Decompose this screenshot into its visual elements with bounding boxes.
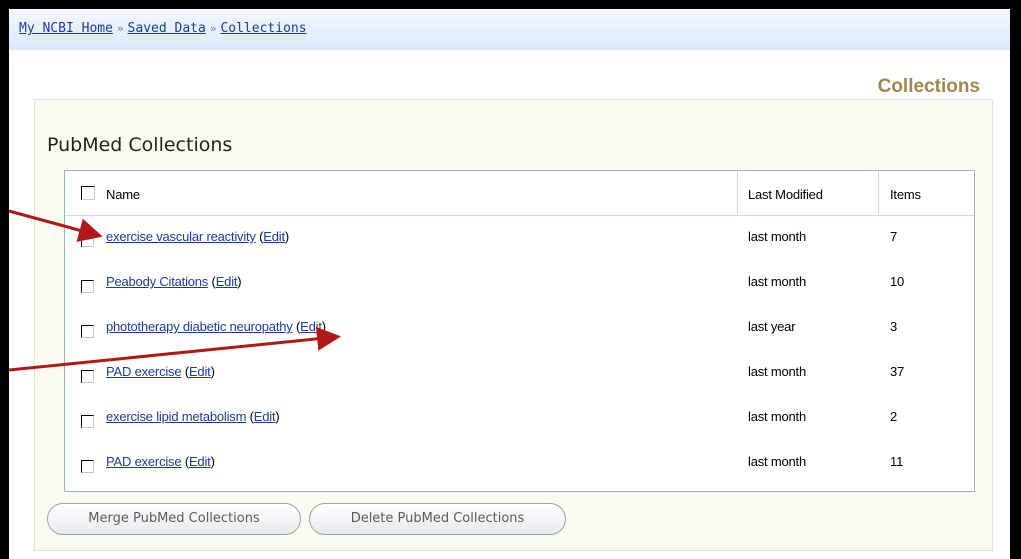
- breadcrumb-collections[interactable]: Collections: [220, 21, 306, 36]
- breadcrumb-saved-data[interactable]: Saved Data: [128, 21, 206, 36]
- page-title: Collections: [877, 76, 980, 97]
- last-modified-cell: last month: [748, 229, 806, 244]
- collection-name-cell: phototherapy diabetic neuropathy (Edit): [106, 319, 326, 334]
- collection-name-cell: Peabody Citations (Edit): [106, 274, 242, 289]
- collection-link[interactable]: PAD exercise: [106, 454, 182, 469]
- delete-collections-button[interactable]: Delete PubMed Collections: [309, 503, 566, 535]
- table-row: PAD exercise (Edit) last month 11: [65, 440, 974, 485]
- row-checkbox[interactable]: [81, 280, 94, 293]
- items-cell: 2: [890, 409, 898, 424]
- edit-link[interactable]: Edit: [189, 454, 211, 469]
- collection-name-cell: PAD exercise (Edit): [106, 454, 215, 469]
- edit-link[interactable]: Edit: [189, 364, 211, 379]
- last-modified-cell: last month: [748, 364, 806, 379]
- edit-link[interactable]: Edit: [263, 229, 285, 244]
- table-row: Peabody Citations (Edit) last month 10: [65, 260, 974, 305]
- last-modified-cell: last month: [748, 454, 806, 469]
- merge-collections-button[interactable]: Merge PubMed Collections: [47, 503, 301, 535]
- breadcrumb-separator: »: [116, 22, 124, 35]
- collections-table: Name Last Modified Items exercise vascul…: [64, 170, 975, 492]
- column-divider: [878, 171, 879, 215]
- items-cell: 37: [890, 364, 905, 379]
- collection-link[interactable]: exercise lipid metabolism: [106, 409, 246, 424]
- collection-name-cell: exercise vascular reactivity (Edit): [106, 229, 290, 244]
- collection-name-cell: PAD exercise (Edit): [106, 364, 215, 379]
- collection-link[interactable]: PAD exercise: [106, 364, 182, 379]
- row-checkbox[interactable]: [81, 370, 94, 383]
- breadcrumb-separator: »: [209, 22, 217, 35]
- table-row: phototherapy diabetic neuropathy (Edit) …: [65, 305, 974, 350]
- table-row: PAD exercise (Edit) last month 37: [65, 350, 974, 395]
- table-row: exercise vascular reactivity (Edit) last…: [65, 215, 974, 260]
- row-checkbox[interactable]: [81, 460, 94, 473]
- collection-link[interactable]: phototherapy diabetic neuropathy: [106, 319, 293, 334]
- table-row: exercise lipid metabolism (Edit) last mo…: [65, 395, 974, 440]
- items-cell: 3: [890, 319, 898, 334]
- items-cell: 10: [890, 274, 905, 289]
- collection-link[interactable]: Peabody Citations: [106, 274, 208, 289]
- collection-name-cell: exercise lipid metabolism (Edit): [106, 409, 280, 424]
- select-all-checkbox[interactable]: [81, 186, 95, 200]
- breadcrumb: My NCBI Home» Saved Data» Collections: [9, 9, 1010, 50]
- row-checkbox[interactable]: [81, 234, 94, 247]
- edit-link[interactable]: Edit: [254, 409, 276, 424]
- edit-link[interactable]: Edit: [300, 319, 322, 334]
- column-header-last-modified: Last Modified: [748, 187, 823, 202]
- last-modified-cell: last year: [748, 319, 796, 334]
- items-cell: 7: [890, 229, 898, 244]
- row-checkbox[interactable]: [81, 325, 94, 338]
- table-header-row: Name Last Modified Items: [65, 171, 974, 216]
- column-header-name: Name: [106, 187, 140, 202]
- frame-border-top: [0, 0, 1021, 9]
- section-title: PubMed Collections: [47, 134, 233, 156]
- row-checkbox[interactable]: [81, 415, 94, 428]
- collection-link[interactable]: exercise vascular reactivity: [106, 229, 256, 244]
- column-header-items: Items: [890, 187, 921, 202]
- last-modified-cell: last month: [748, 274, 806, 289]
- edit-link[interactable]: Edit: [216, 274, 238, 289]
- frame-border-left: [0, 0, 9, 559]
- frame-border-right: [1010, 0, 1021, 559]
- last-modified-cell: last month: [748, 409, 806, 424]
- items-cell: 11: [890, 454, 904, 469]
- column-divider: [737, 171, 738, 215]
- breadcrumb-my-ncbi-home[interactable]: My NCBI Home: [19, 21, 113, 36]
